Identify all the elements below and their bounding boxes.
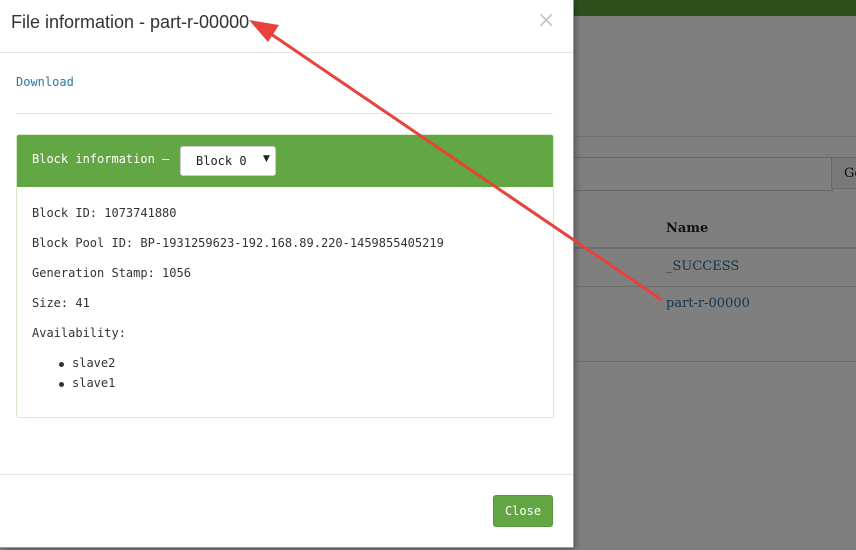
bullet-icon (59, 362, 64, 367)
block-pool-id: Block Pool ID: BP-1931259623-192.168.89.… (32, 236, 444, 250)
block-select[interactable]: Block 0 ▼ (180, 146, 276, 176)
availability-item: slave2 (72, 356, 116, 370)
modal-header-divider (0, 52, 573, 53)
block-information-header: Block information — Block 0 ▼ (17, 135, 553, 187)
block-size: Size: 41 (32, 296, 90, 310)
block-information-panel: Block information — Block 0 ▼ Block ID: … (16, 134, 554, 418)
block-information-label: Block information — (32, 152, 170, 166)
modal-footer-divider (0, 474, 573, 475)
availability-label: Availability: (32, 326, 126, 340)
block-id: Block ID: 1073741880 (32, 206, 177, 220)
generation-stamp: Generation Stamp: 1056 (32, 266, 191, 280)
availability-item: slave1 (72, 376, 116, 390)
modal-title: File information - part-r-00000 (11, 12, 250, 32)
close-icon[interactable]: × (537, 8, 555, 33)
modal-body-divider (16, 113, 553, 114)
close-button[interactable]: Close (493, 495, 553, 527)
chevron-down-icon: ▼ (263, 154, 270, 164)
bullet-icon (59, 382, 64, 387)
file-information-modal: File information - part-r-00000 × Downlo… (0, 0, 574, 548)
download-link[interactable]: Download (16, 75, 74, 89)
block-select-value: Block 0 (196, 154, 247, 168)
